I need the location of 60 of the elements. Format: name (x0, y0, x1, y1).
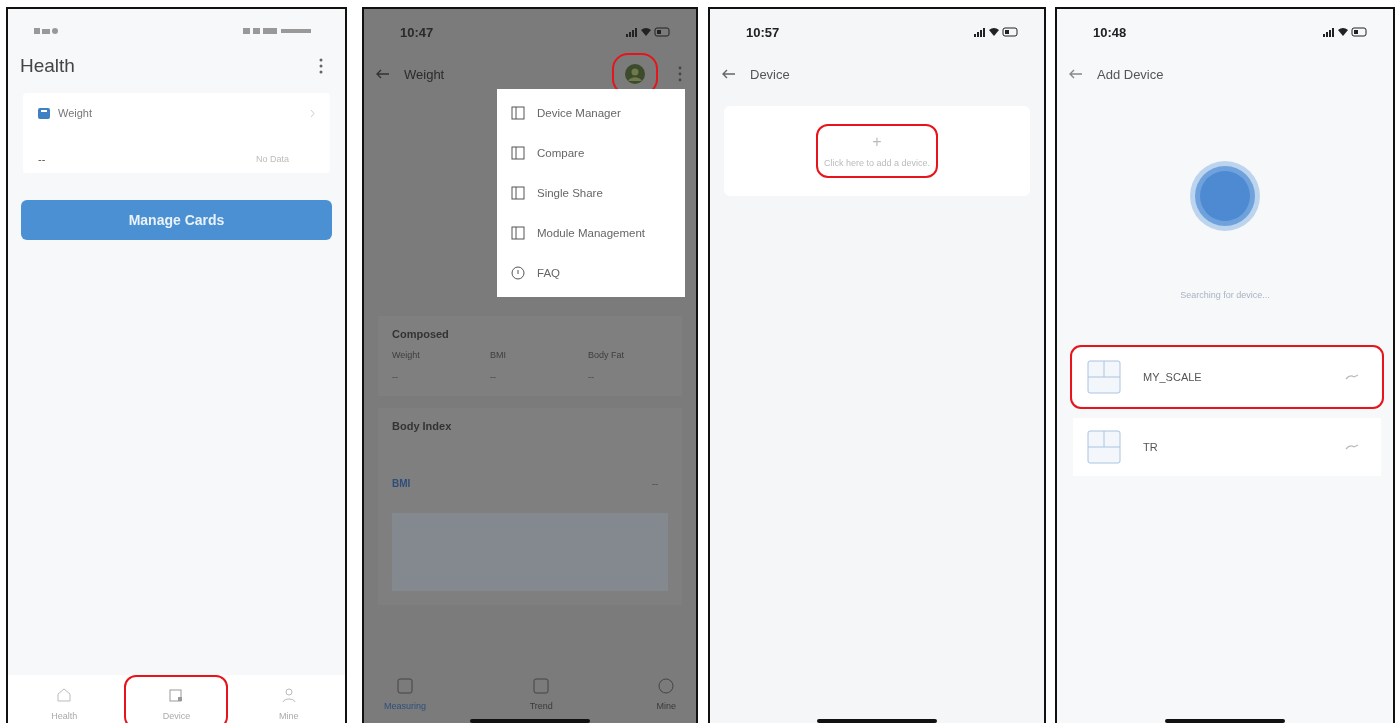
tab-icon (532, 677, 551, 695)
signal-icon (1323, 28, 1334, 37)
section-title: Composed (392, 328, 450, 340)
person-icon (280, 687, 297, 703)
status-time: 10:57 (746, 24, 780, 40)
menu-item-icon (511, 266, 525, 280)
device-row[interactable]: MY_SCALE (1073, 348, 1381, 406)
device-icon (168, 687, 185, 703)
scale-icon (1087, 430, 1121, 464)
metric-value: -- (588, 372, 595, 382)
menu-item[interactable]: Single Share (497, 173, 685, 213)
tab-icon (657, 677, 676, 695)
chevron-right-icon (310, 108, 315, 118)
status-time: 10:48 (1093, 24, 1127, 40)
back-arrow-icon[interactable] (376, 69, 390, 79)
screen-title: Health (20, 55, 75, 77)
avatar-icon (625, 64, 645, 84)
link-icon (1345, 443, 1359, 451)
weight-value: -- (38, 153, 46, 165)
menu-item-icon (511, 106, 525, 120)
weight-card[interactable]: Weight -- No Data (23, 93, 330, 173)
wifi-icon (641, 28, 651, 36)
more-menu-icon[interactable] (319, 58, 323, 74)
metric-label: Weight (392, 350, 421, 360)
device-row[interactable]: TR (1073, 418, 1381, 476)
menu-item[interactable]: Module Management (497, 213, 685, 253)
metric-label: Body Fat (588, 350, 626, 360)
status-time: 10:47 (400, 24, 434, 40)
menu-item[interactable]: Device Manager (497, 93, 685, 133)
radar-search-icon (1189, 160, 1261, 232)
menu-item[interactable]: Compare (497, 133, 685, 173)
metric-value: -- (490, 372, 497, 382)
manage-cards-button[interactable]: Manage Cards (21, 200, 332, 240)
menu-item-icon (511, 146, 525, 160)
more-menu-icon[interactable] (678, 66, 682, 82)
menu-item-icon (511, 226, 525, 240)
signal-icon (974, 28, 985, 37)
screen-title: Add Device (1097, 66, 1164, 82)
searching-status: Searching for device... (1180, 290, 1270, 300)
metric-value: -- (392, 372, 399, 382)
menu-item-icon (511, 186, 525, 200)
signal-icon (626, 28, 637, 37)
link-icon (1345, 373, 1359, 381)
bmi-label: BMI (392, 478, 411, 489)
back-arrow-icon[interactable] (722, 69, 736, 79)
screen-title: Device (750, 66, 790, 82)
metric-label: BMI (490, 350, 507, 360)
home-icon (56, 687, 73, 703)
scale-icon (38, 107, 50, 119)
card-title: Weight (58, 107, 93, 119)
menu-item[interactable]: FAQ (497, 253, 685, 293)
wifi-icon (989, 28, 999, 36)
scale-icon (1087, 360, 1121, 394)
screen-title: Weight (404, 66, 445, 82)
section-title: Body Index (392, 420, 453, 432)
wifi-icon (1338, 28, 1348, 36)
tab-icon (396, 677, 414, 695)
back-arrow-icon[interactable] (1069, 69, 1083, 79)
no-data-label: No Data (255, 154, 289, 164)
bmi-value: -- (652, 478, 658, 489)
